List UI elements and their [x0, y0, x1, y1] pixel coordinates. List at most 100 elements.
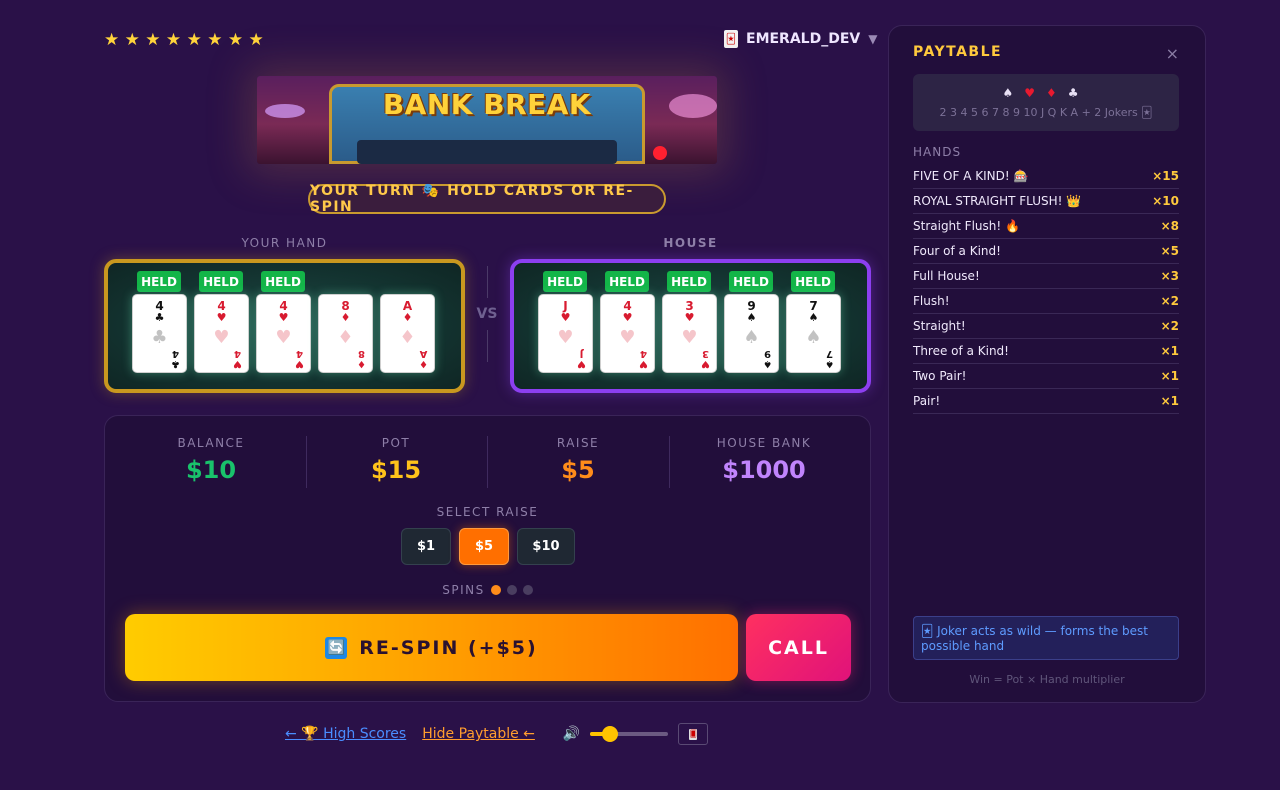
your-held-badge: HELD	[261, 271, 305, 292]
chevron-down-icon: ▼	[868, 32, 878, 46]
your-card[interactable]: A ♦ ♦ ♦ A	[380, 294, 435, 373]
volume-icon[interactable]: 🔊	[563, 726, 580, 742]
house-bank-label: HOUSE BANK	[716, 436, 812, 450]
deck-toggle-button[interactable]: 🂠	[678, 723, 709, 745]
balance-stat: BALANCE $10	[161, 436, 261, 484]
card-suit: ♠	[808, 311, 819, 324]
your-card[interactable]: 4 ♥ ♥ ♥ 4	[256, 294, 311, 373]
your-card[interactable]: 4 ♣ ♣ ♣ 4	[132, 294, 187, 373]
hand-multiplier: ×2	[1160, 294, 1179, 308]
respin-button[interactable]: 🔄 RE-SPIN (+$5)	[125, 614, 738, 681]
user-menu[interactable]: 🃏 EMERALD_DEV ▼	[724, 30, 877, 48]
raise-1-button[interactable]: $1	[401, 528, 451, 565]
card-suit-center: ♥	[213, 327, 230, 348]
call-button[interactable]: CALL	[746, 614, 851, 681]
hand-multiplier: ×8	[1160, 219, 1179, 233]
pot-label: POT	[381, 436, 411, 450]
card-suit: ♣	[154, 311, 165, 324]
raise-stat: RAISE $5	[528, 436, 628, 484]
spins-indicator: SPINS	[105, 583, 870, 597]
spin-dot	[506, 585, 517, 595]
hand-name: FIVE OF A KIND! 🎰	[913, 169, 1029, 183]
hand-multiplier: ×10	[1152, 194, 1179, 208]
hand-name: Straight!	[913, 319, 966, 333]
versus-divider: VS	[466, 266, 508, 362]
spins-label: SPINS	[442, 583, 485, 597]
payout-formula: Win = Pot × Hand multiplier	[969, 673, 1125, 686]
select-raise-label: SELECT RAISE	[436, 505, 539, 519]
close-icon[interactable]: ×	[1166, 44, 1179, 63]
footer-bar: ← 🏆 High Scores Hide Paytable ← 🔊 🂠	[285, 722, 709, 746]
pot-value: $15	[370, 456, 422, 484]
hand-multiplier: ×1	[1160, 369, 1179, 383]
house-held-badge: HELD	[667, 271, 711, 292]
house-hand-label: HOUSE	[663, 236, 718, 250]
paytable-row: Straight Flush! 🔥 ×8	[913, 214, 1179, 239]
hand-name: Four of a Kind!	[913, 244, 1001, 258]
house-card[interactable]: J ♥ ♥ ♥ J	[538, 294, 593, 373]
hand-multiplier: ×3	[1160, 269, 1179, 283]
slot-reels-graphic	[357, 140, 617, 164]
turn-status-pill: YOUR TURN 🎭 HOLD CARDS OR RE-SPIN	[308, 183, 666, 215]
card-suit: ♥	[216, 311, 227, 324]
house-held-badge: HELD	[543, 271, 587, 292]
paytable-row: FIVE OF A KIND! 🎰 ×15	[913, 164, 1179, 189]
vs-label: VS	[476, 306, 498, 322]
card-suit: ♦	[340, 311, 351, 324]
raise-10-button[interactable]: $10	[517, 528, 575, 565]
card-suit-center: ♠	[743, 327, 760, 348]
card-suit: ♥	[622, 311, 633, 324]
paytable-row: Straight! ×2	[913, 314, 1179, 339]
hand-multiplier: ×2	[1160, 319, 1179, 333]
spin-dot	[522, 585, 533, 595]
paytable-row: Flush! ×2	[913, 289, 1179, 314]
your-card[interactable]: 4 ♥ ♥ ♥ 4	[194, 294, 249, 373]
username: EMERALD_DEV	[746, 31, 861, 47]
hand-name: Flush!	[913, 294, 950, 308]
paytable-row: Four of a Kind! ×5	[913, 239, 1179, 264]
card-corner: ♥ J	[577, 348, 586, 369]
house-card[interactable]: 4 ♥ ♥ ♥ 4	[600, 294, 655, 373]
house-held-badge: HELD	[605, 271, 649, 292]
paytable-row: Full House! ×3	[913, 264, 1179, 289]
pot-stat: POT $15	[346, 436, 446, 484]
paytable-row: Three of a Kind! ×1	[913, 339, 1179, 364]
card-suit: ♥	[560, 311, 571, 324]
card-corner: ♠ 9	[763, 348, 772, 369]
balance-label: BALANCE	[177, 436, 245, 450]
respin-label: RE-SPIN (+$5)	[359, 636, 538, 659]
suits-list: ♠ ♥ ♦ ♣	[913, 86, 1179, 100]
paytable-row: Two Pair! ×1	[913, 364, 1179, 389]
house-bank-stat: HOUSE BANK $1000	[699, 436, 829, 484]
suit-symbol: ♠	[1002, 86, 1019, 100]
house-card[interactable]: 3 ♥ ♥ ♥ 3	[662, 294, 717, 373]
banner-title: BANK BREAK	[382, 88, 592, 121]
hand-multiplier: ×5	[1160, 244, 1179, 258]
hand-name: Two Pair!	[913, 369, 967, 383]
house-card[interactable]: 9 ♠ ♠ ♠ 9	[724, 294, 779, 373]
your-hand-area: HELD 4 ♣ ♣ ♣ 4 HELD 4 ♥ ♥ ♥ 4 HELD 4 ♥ ♥ ♥ 4 8 ♦ ♦ ♦ 8 A ♦ ♦ ♦ A	[104, 259, 465, 393]
high-scores-link[interactable]: ← 🏆 High Scores	[285, 726, 406, 742]
your-held-badge: HELD	[199, 271, 243, 292]
card-suit: ♥	[684, 311, 695, 324]
volume-knob[interactable]	[601, 726, 618, 742]
suit-symbol: ♥	[1024, 86, 1040, 100]
hand-name: Pair!	[913, 394, 941, 408]
card-corner: ♦ A	[419, 348, 428, 369]
refresh-icon: 🔄	[325, 636, 348, 659]
spin-dots	[490, 585, 533, 595]
your-card[interactable]: 8 ♦ ♦ ♦ 8	[318, 294, 373, 373]
betting-panel: BALANCE $10 POT $15 RAISE $5 HOUSE BANK …	[104, 415, 871, 702]
suit-symbol: ♣	[1067, 86, 1084, 100]
house-card[interactable]: 7 ♠ ♠ ♠ 7	[786, 294, 841, 373]
volume-slider[interactable]	[590, 726, 669, 742]
deck-info: ♠ ♥ ♦ ♣ 2 3 4 5 6 7 8 9 10 J Q K A + 2 Joke…	[913, 74, 1179, 131]
hide-paytable-link[interactable]: Hide Paytable ←	[422, 726, 535, 742]
hands-list: FIVE OF A KIND! 🎰 ×15 ROYAL STRAIGHT FLUSH…	[913, 164, 1179, 414]
house-hand-area: HELD J ♥ ♥ ♥ J HELD 4 ♥ ♥ ♥ 4 HELD 3 ♥ ♥ ♥ 3 HELD 9 ♠ ♠ ♠ 9 HELD…	[510, 259, 871, 393]
raise-5-button[interactable]: $5	[459, 528, 509, 565]
hand-name: Three of a Kind!	[913, 344, 1009, 358]
card-suit-center: ♣	[151, 327, 168, 348]
rating-stars: ★ ★ ★ ★ ★ ★ ★ ★	[104, 30, 264, 50]
spin-dot	[490, 585, 501, 595]
